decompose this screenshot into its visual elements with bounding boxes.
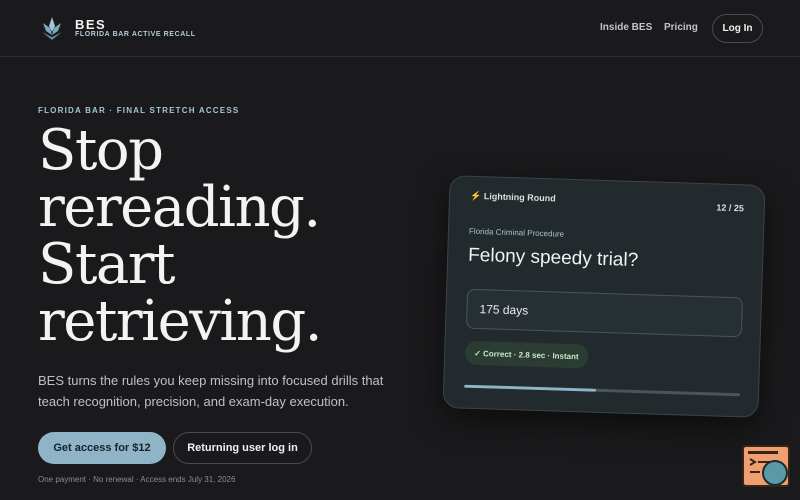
brand-subtitle: FLORIDA BAR ACTIVE RECALL (75, 31, 196, 38)
login-button[interactable]: Log In (712, 14, 763, 43)
question-text: Felony speedy trial? (467, 244, 639, 272)
answer-value: 175 days (479, 302, 529, 318)
hero-title-line: Stop (38, 118, 164, 183)
hero-description: BES turns the rules you keep missing int… (38, 373, 384, 409)
question-category: Florida Criminal Procedure (468, 226, 565, 239)
returning-user-login-button[interactable]: Returning user log in (173, 432, 312, 464)
question-counter: 12 / 25 (716, 202, 744, 214)
feedback-widget-button[interactable] (742, 445, 790, 487)
nav-pricing[interactable]: Pricing (664, 22, 698, 33)
widget-badge (762, 460, 788, 486)
brand-name[interactable]: BES (75, 17, 106, 32)
hero-title-line: rereading. (38, 175, 321, 240)
hero-eyebrow: FLORIDA BAR · FINAL STRETCH ACCESS (38, 106, 240, 115)
hero-title-line: retrieving. (38, 289, 323, 354)
site-header: BES FLORIDA BAR ACTIVE RECALL Inside BES… (0, 0, 800, 57)
drill-preview-card: ⚡ Lightning Round 12 / 25 Florida Crimin… (442, 175, 766, 418)
answer-field: 175 days (465, 288, 744, 338)
get-access-button[interactable]: Get access for $12 (38, 432, 166, 464)
fine-print: One payment · No renewal · Access ends J… (38, 475, 236, 484)
result-badge: ✓ Correct · 2.8 sec · Instant (464, 340, 588, 369)
progress-fill (464, 384, 597, 392)
hero-title: Stop rereading. Start retrieving. (38, 118, 323, 354)
lotus-icon[interactable] (40, 15, 64, 41)
lightning-round-label: ⚡ Lightning Round (469, 190, 556, 204)
nav-inside-bes[interactable]: Inside BES (600, 22, 652, 33)
hero-title-line: Start (38, 232, 176, 297)
progress-bar (464, 384, 741, 397)
